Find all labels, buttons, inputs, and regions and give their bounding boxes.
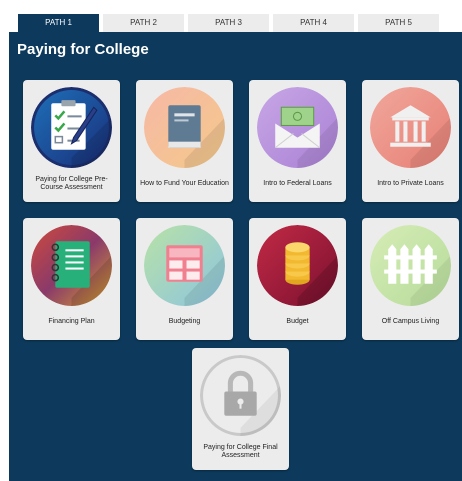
module-card-federal-loans[interactable]: Intro to Federal Loans (249, 80, 346, 202)
module-card-label: Financing Plan (48, 317, 95, 325)
tab-path-3[interactable]: PATH 3 (188, 14, 269, 32)
module-card-label: Paying for College Pre-Course Assessment (35, 175, 108, 192)
page-title: Paying for College (17, 41, 149, 58)
module-card-budgeting[interactable]: Budgeting (136, 218, 233, 340)
tab-path-5[interactable]: PATH 5 (358, 14, 439, 32)
clipboard-checklist-icon (31, 87, 112, 168)
picket-fence-icon (370, 225, 451, 306)
calculator-icon (144, 225, 225, 306)
tab-path-1[interactable]: PATH 1 (18, 14, 99, 32)
bank-building-icon (370, 87, 451, 168)
module-card-label: How to Fund Your Education (140, 179, 229, 187)
book-icon (144, 87, 225, 168)
module-card-budget[interactable]: Budget (249, 218, 346, 340)
tab-path-4[interactable]: PATH 4 (273, 14, 354, 32)
module-card-label: Off Campus Living (381, 317, 440, 325)
module-card-label: Intro to Private Loans (377, 179, 444, 187)
padlock-icon (200, 355, 281, 436)
module-card-label: Budget (286, 317, 309, 325)
module-card-financing-plan[interactable]: Financing Plan (23, 218, 120, 340)
module-card-label: Intro to Federal Loans (263, 179, 332, 187)
module-card-label: Paying for College Final Assessment (203, 443, 278, 460)
coin-stack-icon (257, 225, 338, 306)
module-card-off-campus-living[interactable]: Off Campus Living (362, 218, 459, 340)
module-card-label: Budgeting (168, 317, 201, 325)
course-path-screen: PATH 1 PATH 2 PATH 3 PATH 4 PATH 5 Payin… (0, 0, 462, 481)
tab-path-2[interactable]: PATH 2 (103, 14, 184, 32)
notebook-icon (31, 225, 112, 306)
module-card-fund-education[interactable]: How to Fund Your Education (136, 80, 233, 202)
module-card-pre-course-assessment[interactable]: Paying for College Pre-Course Assessment (23, 80, 120, 202)
path-tabs: PATH 1 PATH 2 PATH 3 PATH 4 PATH 5 (18, 14, 442, 32)
money-envelope-icon (257, 87, 338, 168)
module-card-private-loans[interactable]: Intro to Private Loans (362, 80, 459, 202)
path-panel: Paying for College Paying for College Pr… (9, 32, 462, 481)
module-card-final-assessment[interactable]: Paying for College Final Assessment (192, 348, 289, 470)
